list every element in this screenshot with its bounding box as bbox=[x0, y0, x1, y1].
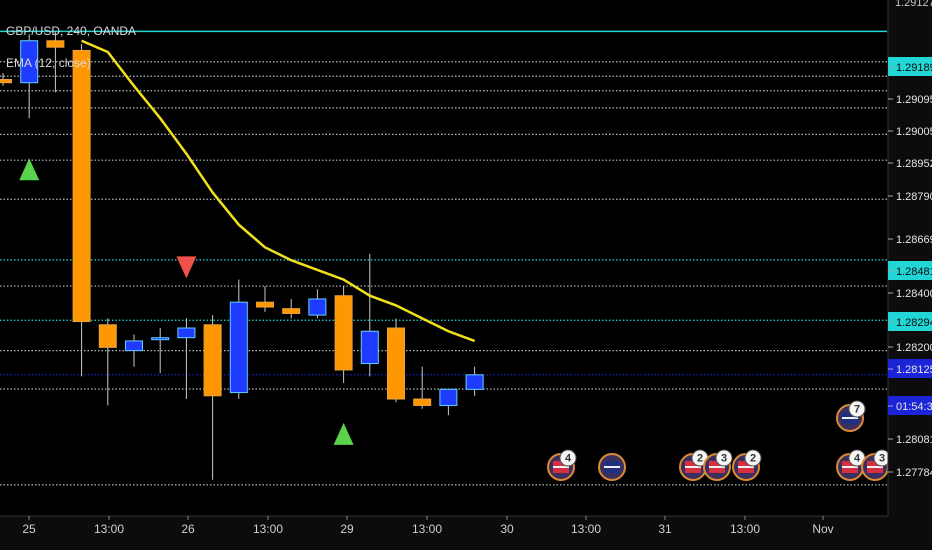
candle[interactable] bbox=[387, 327, 405, 400]
price-label: 1.27784 bbox=[896, 467, 932, 479]
candle[interactable] bbox=[177, 327, 196, 339]
event-count: 3 bbox=[879, 453, 885, 465]
candle[interactable] bbox=[125, 340, 143, 352]
price-label: 1.28669 bbox=[896, 234, 932, 246]
price-label: 01:54:30 bbox=[896, 401, 932, 413]
event-count: 3 bbox=[721, 453, 727, 465]
price-chart[interactable]: 4 2 3 2 7 4 3 1.29127 1.29189 1.29095 1.29005 1.289… bbox=[0, 0, 932, 550]
candle[interactable] bbox=[229, 301, 248, 394]
event-count: 7 bbox=[854, 404, 860, 416]
event-count: 2 bbox=[750, 453, 756, 465]
candle[interactable] bbox=[0, 78, 12, 84]
price-label: 1.29127 bbox=[895, 0, 932, 9]
ema-line bbox=[81, 39, 476, 343]
time-label: 29 bbox=[340, 522, 354, 536]
time-label: 13:00 bbox=[253, 522, 283, 536]
price-label: 1.28125 bbox=[896, 364, 932, 376]
candle[interactable] bbox=[151, 337, 170, 341]
candle[interactable] bbox=[360, 330, 379, 365]
time-label: 25 bbox=[22, 522, 36, 536]
time-label: 13:00 bbox=[571, 522, 601, 536]
price-label: 1.28400 bbox=[896, 288, 932, 300]
indicator-title[interactable]: EMA (12, close) bbox=[6, 56, 91, 70]
candle[interactable] bbox=[413, 398, 432, 406]
time-label: 13:00 bbox=[94, 522, 124, 536]
price-label: 1.29189 bbox=[896, 62, 932, 74]
time-label: Nov bbox=[812, 522, 833, 536]
price-label: 1.28200 bbox=[896, 342, 932, 354]
price-label: 1.29095 bbox=[896, 94, 932, 106]
buy-signal-icon bbox=[19, 158, 40, 181]
candle[interactable] bbox=[439, 388, 458, 406]
candle[interactable] bbox=[203, 324, 222, 397]
buy-signal-icon bbox=[333, 422, 354, 445]
candle[interactable] bbox=[308, 298, 327, 316]
price-label: 1.28790 bbox=[896, 191, 932, 203]
time-label: 26 bbox=[181, 522, 195, 536]
candle[interactable] bbox=[465, 374, 484, 390]
price-label: 1.28294 bbox=[896, 317, 932, 329]
event-count: 4 bbox=[854, 453, 861, 465]
event-count: 2 bbox=[697, 453, 703, 465]
time-label: 13:00 bbox=[412, 522, 442, 536]
candle[interactable] bbox=[72, 49, 91, 323]
candle[interactable] bbox=[46, 40, 65, 48]
price-label: 1.29005 bbox=[896, 126, 932, 138]
sell-signal-icon bbox=[176, 256, 197, 279]
candle[interactable] bbox=[98, 324, 117, 348]
candle[interactable] bbox=[282, 308, 301, 314]
event-count: 4 bbox=[565, 453, 572, 465]
symbol-title[interactable]: GBP/USD, 240, OANDA bbox=[6, 24, 136, 38]
time-label: 31 bbox=[658, 522, 672, 536]
time-label: 13:00 bbox=[730, 522, 760, 536]
time-label: 30 bbox=[500, 522, 514, 536]
candle[interactable] bbox=[256, 301, 274, 308]
price-label: 1.28952 bbox=[896, 158, 932, 170]
candle[interactable] bbox=[334, 295, 353, 371]
price-label: 1.28081 bbox=[896, 434, 932, 446]
price-label: 1.28481 bbox=[896, 266, 932, 278]
